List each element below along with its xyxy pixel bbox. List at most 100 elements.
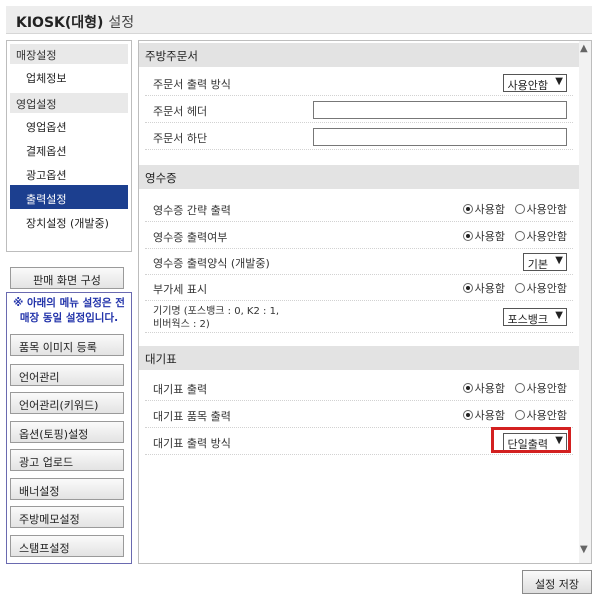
receipt-format-value: 기본 [527, 258, 548, 271]
language-button[interactable]: 언어관리 [10, 364, 124, 386]
radio-selected-icon [462, 383, 473, 393]
kitchen-header-row: 주문서 헤더 [145, 98, 573, 123]
waiting-item-print-label: 대기표 품목 출력 [153, 410, 231, 423]
waiting-print-notuse-radio[interactable]: 사용안함 [514, 380, 567, 396]
waiting-print-mode-label: 대기표 출력 방식 [153, 437, 231, 450]
receipt-print-row: 영수증 출력여부 사용함 사용안함 [145, 224, 573, 249]
waiting-item-use-radio[interactable]: 사용함 [462, 407, 506, 423]
waiting-item-print-row: 대기표 품목 출력 사용함 사용안함 [145, 403, 573, 428]
receipt-device-select[interactable]: 포스뱅크 ▼ [502, 308, 567, 326]
kitchen-print-mode-label: 주문서 출력 방식 [153, 78, 231, 91]
section-waiting-title: 대기표 [139, 346, 579, 370]
item-image-button[interactable]: 품목 이미지 등록 [10, 334, 124, 356]
language-keyword-button[interactable]: 언어관리(키워드) [10, 392, 124, 414]
radio-label: 사용함 [474, 203, 506, 216]
kitchen-footer-row: 주문서 하단 [145, 125, 573, 150]
radio-label: 사용함 [474, 382, 506, 395]
kitchen-footer-input[interactable] [313, 128, 567, 146]
topping-option-button[interactable]: 옵션(토핑)설정 [10, 421, 124, 443]
receipt-vat-use-radio[interactable]: 사용함 [462, 280, 506, 296]
waiting-print-use-radio[interactable]: 사용함 [462, 380, 506, 396]
radio-empty-icon [514, 410, 525, 420]
receipt-simple-row: 영수증 간략 출력 사용함 사용안함 [145, 197, 573, 222]
sidebar-item-ad-options[interactable]: 광고옵션 [10, 161, 128, 185]
window-subtitle: 설정 [108, 15, 135, 31]
sidebar-group-store: 매장설정 [10, 44, 128, 64]
receipt-vat-label: 부가세 표시 [153, 283, 208, 296]
section-kitchen-title: 주방주문서 [139, 43, 579, 67]
receipt-print-label: 영수증 출력여부 [153, 231, 228, 244]
radio-label: 사용안함 [526, 203, 567, 216]
radio-label: 사용안함 [526, 282, 567, 295]
receipt-device-row: 기기명 (포스뱅크 : 0, K2 : 1, 비버웍스 : 2) 포스뱅크 ▼ [145, 302, 573, 333]
radio-empty-icon [514, 231, 525, 241]
receipt-format-select[interactable]: 기본 ▼ [522, 253, 567, 271]
window-title-bar: KIOSK(대형) 설정 [6, 6, 592, 34]
kitchen-print-mode-select[interactable]: 사용안함 ▼ [502, 74, 567, 92]
settings-panel: 주방주문서 주문서 출력 방식 사용안함 ▼ 주문서 헤더 주문서 하단 영수증… [138, 40, 592, 564]
receipt-simple-use-radio[interactable]: 사용함 [462, 201, 506, 217]
radio-empty-icon [514, 283, 525, 293]
sidebar-item-sales-options[interactable]: 영업옵션 [10, 113, 128, 137]
chevron-down-icon: ▼ [555, 76, 563, 87]
stamp-settings-button[interactable]: 스탬프설정 [10, 535, 124, 557]
scroll-down-icon[interactable]: ▼ [580, 544, 588, 555]
receipt-simple-label: 영수증 간략 출력 [153, 204, 231, 217]
waiting-print-label: 대기표 출력 [153, 383, 208, 396]
chevron-down-icon: ▼ [555, 310, 563, 321]
radio-selected-icon [462, 204, 473, 214]
kitchen-header-input[interactable] [313, 101, 567, 119]
kitchen-print-mode-row: 주문서 출력 방식 사용안함 ▼ [145, 71, 573, 96]
receipt-vat-radios: 사용함 사용안함 [457, 280, 567, 296]
highlight-box [491, 427, 571, 453]
kitchen-memo-button[interactable]: 주방메모설정 [10, 506, 124, 528]
radio-label: 사용안함 [526, 230, 567, 243]
sidebar-nav: 매장설정 업체정보 영업설정 영업옵션 결제옵션 광고옵션 출력설정 장치설정 … [6, 40, 132, 252]
receipt-device-label-line2: 비버웍스 : 2) [153, 319, 210, 330]
sidebar-group-sales: 영업설정 [10, 93, 128, 113]
scroll-up-icon[interactable]: ▲ [580, 43, 588, 54]
radio-selected-icon [462, 410, 473, 420]
receipt-print-radios: 사용함 사용안함 [457, 228, 567, 244]
section-receipt-title: 영수증 [139, 165, 579, 189]
receipt-device-label: 기기명 (포스뱅크 : 0, K2 : 1, 비버웍스 : 2) [153, 305, 279, 331]
window-title: KIOSK(대형) [16, 15, 104, 31]
waiting-print-row: 대기표 출력 사용함 사용안함 [145, 376, 573, 401]
receipt-vat-notuse-radio[interactable]: 사용안함 [514, 280, 567, 296]
radio-empty-icon [514, 204, 525, 214]
radio-selected-icon [462, 231, 473, 241]
receipt-simple-radios: 사용함 사용안함 [457, 201, 567, 217]
radio-selected-icon [462, 283, 473, 293]
screen-config-button[interactable]: 판매 화면 구성 [10, 267, 124, 289]
radio-label: 사용안함 [526, 409, 567, 422]
radio-label: 사용함 [474, 230, 506, 243]
receipt-print-notuse-radio[interactable]: 사용안함 [514, 228, 567, 244]
kitchen-footer-label: 주문서 하단 [153, 132, 208, 145]
sidebar-item-print-settings[interactable]: 출력설정 [10, 185, 128, 209]
receipt-format-row: 영수증 출력양식 (개발중) 기본 ▼ [145, 250, 573, 275]
radio-label: 사용안함 [526, 382, 567, 395]
ad-upload-button[interactable]: 광고 업로드 [10, 449, 124, 471]
radio-empty-icon [514, 383, 525, 393]
waiting-item-notuse-radio[interactable]: 사용안함 [514, 407, 567, 423]
save-settings-button[interactable]: 설정 저장 [522, 570, 592, 594]
waiting-print-radios: 사용함 사용안함 [457, 380, 567, 396]
kitchen-print-mode-value: 사용안함 [507, 79, 548, 92]
receipt-device-value: 포스뱅크 [507, 313, 548, 326]
receipt-format-label: 영수증 출력양식 (개발중) [153, 257, 270, 270]
receipt-simple-notuse-radio[interactable]: 사용안함 [514, 201, 567, 217]
waiting-item-print-radios: 사용함 사용안함 [457, 407, 567, 423]
sidebar-item-payment-options[interactable]: 결제옵션 [10, 137, 128, 161]
banner-settings-button[interactable]: 배너설정 [10, 478, 124, 500]
sidebar-item-company-info[interactable]: 업체정보 [10, 64, 128, 88]
sidebar-item-device-settings[interactable]: 장치설정 (개발중) [10, 209, 128, 233]
radio-label: 사용함 [474, 282, 506, 295]
chevron-down-icon: ▼ [555, 255, 563, 266]
kitchen-header-label: 주문서 헤더 [153, 105, 208, 118]
notice-text: ※ 아래의 메뉴 설정은 전 매장 동일 설정입니다. [13, 297, 125, 324]
receipt-print-use-radio[interactable]: 사용함 [462, 228, 506, 244]
radio-label: 사용함 [474, 409, 506, 422]
receipt-device-label-line1: 기기명 (포스뱅크 : 0, K2 : 1, [153, 306, 280, 317]
panel-scrollbar[interactable]: ▲ ▼ [579, 41, 591, 563]
receipt-vat-row: 부가세 표시 사용함 사용안함 [145, 276, 573, 301]
